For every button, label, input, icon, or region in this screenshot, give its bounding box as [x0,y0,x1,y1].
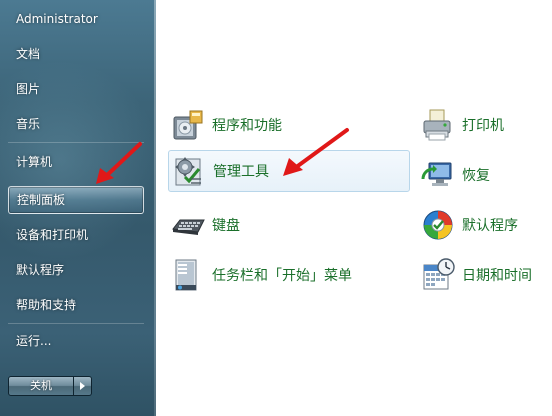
cp-item-keyboard[interactable]: 键盘 [170,204,390,246]
cp-label-programs-features: 程序和功能 [212,118,282,134]
default-programs-icon [423,210,453,240]
start-item-devices-printers[interactable]: 设备和打印机 [8,222,144,248]
cp-label-default-programs: 默认程序 [462,218,518,234]
menu-separator [8,323,144,324]
start-menu-pane: Administrator 文档 图片 音乐 计算机 控制面板 设备和打印机 默… [0,0,156,416]
start-item-documents[interactable]: 文档 [8,41,144,67]
cp-label-taskbar-start: 任务栏和「开始」菜单 [212,268,352,284]
taskbar-icon [175,259,197,291]
printer-icon [423,109,451,141]
cp-label-admin-tools: 管理工具 [213,164,269,180]
shutdown-options-button[interactable] [74,376,92,396]
cp-item-taskbar-start[interactable]: 任务栏和「开始」菜单 [170,254,400,296]
admin-tools-icon [175,157,201,186]
start-item-music[interactable]: 音乐 [8,111,144,137]
cp-item-date-time[interactable]: 日期和时间 [420,254,550,296]
start-item-help-support[interactable]: 帮助和支持 [8,292,144,318]
programs-features-icon [173,110,203,140]
menu-separator [8,142,144,143]
cp-label-date-time: 日期和时间 [462,268,532,284]
start-item-computer[interactable]: 计算机 [8,149,144,175]
cp-label-printers: 打印机 [462,118,504,134]
cp-item-recovery[interactable]: 恢复 [420,154,545,196]
cp-label-keyboard: 键盘 [212,218,240,234]
user-name-item[interactable]: Administrator [8,6,144,32]
start-item-default-programs[interactable]: 默认程序 [8,257,144,283]
start-item-pictures[interactable]: 图片 [8,76,144,102]
cp-item-programs-features[interactable]: 程序和功能 [170,104,390,146]
date-time-icon [423,258,455,290]
chevron-right-icon [80,382,85,390]
recovery-icon [421,162,452,186]
shutdown-button[interactable]: 关机 [8,376,74,396]
keyboard-icon [172,219,205,235]
shutdown-group: 关机 [8,376,92,396]
start-item-control-panel[interactable]: 控制面板 [8,186,144,214]
start-item-run[interactable]: 运行... [8,328,144,354]
cp-item-printers[interactable]: 打印机 [420,104,545,146]
cp-label-recovery: 恢复 [462,168,490,184]
cp-item-admin-tools[interactable]: 管理工具 [168,150,410,192]
cp-item-default-programs[interactable]: 默认程序 [420,204,545,246]
